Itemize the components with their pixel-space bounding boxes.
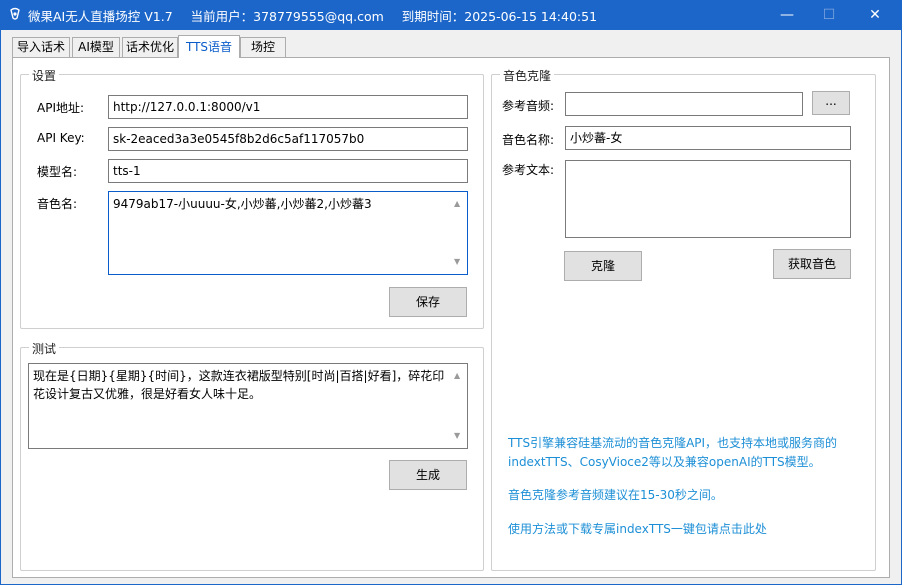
scroll-up-icon[interactable]: ▲: [454, 195, 460, 213]
scroll-up-icon[interactable]: ▲: [454, 367, 460, 385]
tab-tts-voice[interactable]: TTS语音: [178, 35, 240, 58]
voice-clone-group-title: 音色克隆: [500, 67, 555, 84]
test-text: 现在是{日期}{星期}{时间}，这款连衣裙版型特别[时尚|百搭|好看]，碎花印花…: [33, 369, 445, 401]
tab-import-script[interactable]: 导入话术: [12, 37, 70, 58]
api-url-input[interactable]: http://127.0.0.1:8000/v1: [108, 95, 468, 119]
ref-text-label: 参考文本:: [502, 163, 555, 177]
settings-group-title: 设置: [29, 67, 60, 84]
model-name-input[interactable]: tts-1: [108, 159, 468, 183]
info-line-1: TTS引擎兼容硅基流动的音色克隆API，也支持本地或服务商的: [508, 436, 838, 450]
test-scrollbar[interactable]: ▲ ▼: [451, 365, 466, 447]
app-name: 微果AI无人直播场控 V1.7: [28, 9, 173, 24]
expire-time: 到期时间：2025-06-15 14:40:51: [401, 9, 598, 24]
voice-clone-name-label: 音色名称:: [502, 133, 555, 147]
scroll-down-icon[interactable]: ▼: [454, 253, 460, 271]
app-logo-icon: [10, 7, 20, 20]
voice-name-label: 音色名:: [37, 197, 78, 211]
save-button[interactable]: 保存: [389, 287, 467, 317]
maximize-button[interactable]: ☐: [806, 0, 852, 30]
fetch-voice-button[interactable]: 获取音色: [773, 249, 851, 279]
tts-panel: 设置 API地址: http://127.0.0.1:8000/v1 API K…: [12, 57, 890, 578]
clone-button[interactable]: 克隆: [564, 251, 642, 281]
tab-ai-model[interactable]: AI模型: [72, 37, 120, 58]
tab-script-optimize[interactable]: 话术优化: [122, 37, 178, 58]
info-line-3: 音色克隆参考音频建议在15-30秒之间。: [508, 488, 723, 502]
browse-button[interactable]: ...: [812, 91, 850, 115]
ref-audio-input[interactable]: [565, 92, 803, 116]
voice-name-textarea[interactable]: 9479ab17-小uuuu-女,小炒蕃,小炒蕃2,小炒蕃3 ▲ ▼: [108, 191, 468, 275]
api-key-label: API Key:: [37, 131, 85, 145]
close-button[interactable]: ✕: [852, 0, 898, 30]
ref-audio-label: 参考音频:: [502, 99, 555, 113]
ref-text-textarea[interactable]: [565, 160, 851, 238]
test-group-title: 测试: [29, 340, 60, 357]
voice-clone-name-input[interactable]: 小炒蕃-女: [565, 126, 851, 150]
generate-button[interactable]: 生成: [389, 460, 467, 490]
test-group: 测试 现在是{日期}{星期}{时间}，这款连衣裙版型特别[时尚|百搭|好看]，碎…: [20, 340, 484, 571]
api-key-input[interactable]: sk-2eaced3a3e0545f8b2d6c5af117057b0: [108, 127, 468, 151]
tab-field-control[interactable]: 场控: [240, 37, 286, 58]
download-help-link[interactable]: 使用方法或下载专属indexTTS一键包请点击此处: [508, 520, 767, 537]
scroll-down-icon[interactable]: ▼: [454, 427, 460, 445]
settings-group: 设置 API地址: http://127.0.0.1:8000/v1 API K…: [20, 67, 484, 329]
test-text-textarea[interactable]: 现在是{日期}{星期}{时间}，这款连衣裙版型特别[时尚|百搭|好看]，碎花印花…: [28, 363, 468, 449]
window-title: 微果AI无人直播场控 V1.7 当前用户：378779555@qq.com 到期时间…: [28, 6, 615, 25]
voice-name-text: 9479ab17-小uuuu-女,小炒蕃,小炒蕃2,小炒蕃3: [113, 197, 372, 211]
info-line-2: indextTTS、CosyVioce2等以及兼容openAI的TTS模型。: [508, 455, 821, 469]
minimize-button[interactable]: —: [764, 0, 810, 30]
current-user: 当前用户：378779555@qq.com: [190, 9, 384, 24]
voice-scrollbar[interactable]: ▲ ▼: [451, 193, 466, 273]
model-name-label: 模型名:: [37, 165, 78, 179]
title-bar: 微果AI无人直播场控 V1.7 当前用户：378779555@qq.com 到期时间…: [0, 0, 902, 30]
api-url-label: API地址:: [37, 101, 85, 115]
